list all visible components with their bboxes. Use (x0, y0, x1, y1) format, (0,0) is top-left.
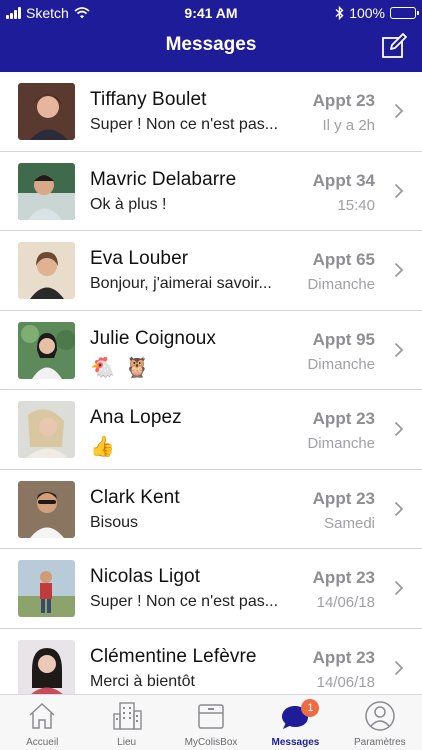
tab-lieu[interactable]: Lieu (84, 695, 168, 750)
chevron-right-icon (394, 660, 404, 675)
avatar (18, 162, 75, 220)
message-preview: Bonjour, j'aimerai savoir... (90, 275, 272, 292)
chevron-right-icon (394, 501, 404, 516)
compose-icon[interactable] (380, 32, 408, 60)
apartment-label: Appt 23 (312, 409, 375, 428)
tab-label: Messages (271, 737, 320, 748)
avatar (18, 401, 75, 458)
apartment-label: Appt 23 (312, 647, 375, 667)
apartment-label: Appt 95 (312, 329, 375, 349)
avatar (18, 321, 75, 379)
contact-name: Clémentine Lefèvre (90, 645, 257, 667)
conversation-row[interactable]: Ana Lopez 👍 Appt 23 Dimanche (0, 390, 422, 470)
avatar (18, 639, 75, 697)
bluetooth-icon (335, 6, 344, 20)
home-icon (29, 702, 55, 729)
message-time: 15:40 (337, 196, 375, 214)
message-preview: Super ! Non ce n'est pas... (90, 593, 279, 610)
conversation-row[interactable]: Nicolas Ligot Super ! Non ce n'est pas..… (0, 549, 422, 629)
conversation-row[interactable]: Mavric Delabarre Ok à plus ! Appt 34 15:… (0, 152, 422, 231)
message-time: 14/06/18 (316, 594, 375, 611)
tab-parametres[interactable]: Paramètres (338, 695, 422, 750)
message-time: Dimanche (307, 435, 375, 452)
apartment-label: Appt 23 (312, 91, 375, 110)
conversation-list: Tiffany Boulet Super ! Non ce n'est pas.… (0, 72, 422, 708)
avatar (18, 480, 75, 538)
tab-messages[interactable]: 1 Messages (253, 695, 337, 750)
tab-bar: Accueil Lieu MyColisBox 1 Messages Param… (0, 694, 422, 750)
conversation-row[interactable]: Clark Kent Bisous Appt 23 Samedi (0, 470, 422, 549)
message-preview: Super ! Non ce n'est pas... (90, 116, 279, 133)
apartment-label: Appt 23 (312, 488, 375, 508)
battery-icon (390, 7, 419, 19)
box-icon (198, 704, 224, 729)
message-time: Samedi (324, 514, 375, 532)
message-time: Dimanche (307, 355, 375, 373)
tab-label: MyColisBox (184, 737, 238, 748)
chevron-right-icon (394, 183, 404, 198)
status-right: 100% (335, 5, 419, 21)
app-header: Sketch 9:41 AM 100% Messages (0, 0, 422, 72)
contact-name: Ana Lopez (90, 407, 182, 428)
message-preview: Bisous (90, 513, 139, 531)
chevron-right-icon (394, 103, 404, 119)
avatar (18, 560, 75, 617)
conversation-row[interactable]: Tiffany Boulet Super ! Non ce n'est pas.… (0, 72, 422, 152)
tab-accueil[interactable]: Accueil (0, 695, 84, 750)
apartment-label: Appt 23 (312, 568, 375, 587)
chevron-right-icon (394, 342, 404, 357)
tab-mycolisbox[interactable]: MyColisBox (169, 695, 253, 750)
tab-label: Lieu (117, 737, 137, 748)
message-time: 14/06/18 (316, 673, 375, 691)
unread-badge: 1 (301, 699, 320, 717)
tab-label: Accueil (26, 737, 59, 748)
conversation-row[interactable]: Julie Coignoux 🐔 🦉 Appt 95 Dimanche (0, 311, 422, 390)
building-icon (112, 702, 142, 730)
contact-name: Mavric Delabarre (90, 168, 237, 190)
message-preview: 🐔 🦉 (90, 356, 152, 379)
message-time: Dimanche (307, 276, 375, 293)
battery-percent: 100% (349, 5, 385, 21)
avatar (18, 242, 75, 299)
message-preview: 👍 (90, 436, 117, 458)
contact-name: Clark Kent (90, 486, 180, 508)
profile-icon (365, 701, 395, 731)
tab-label: Paramètres (353, 737, 406, 748)
message-preview: Ok à plus ! (90, 195, 167, 213)
status-bar: Sketch 9:41 AM 100% (0, 0, 422, 26)
contact-name: Julie Coignoux (90, 327, 217, 349)
chevron-right-icon (394, 262, 404, 278)
contact-name: Nicolas Ligot (90, 566, 201, 587)
page-title: Messages (165, 34, 257, 55)
conversation-row[interactable]: Eva Louber Bonjour, j'aimerai savoir... … (0, 231, 422, 311)
apartment-label: Appt 65 (312, 250, 375, 269)
avatar (18, 83, 75, 140)
message-time: Il y a 2h (322, 117, 375, 134)
contact-name: Eva Louber (90, 248, 189, 269)
apartment-label: Appt 34 (312, 170, 375, 190)
contact-name: Tiffany Boulet (90, 89, 207, 110)
chevron-right-icon (394, 580, 404, 596)
chevron-right-icon (394, 421, 404, 437)
message-preview: Merci à bientôt (90, 672, 195, 690)
